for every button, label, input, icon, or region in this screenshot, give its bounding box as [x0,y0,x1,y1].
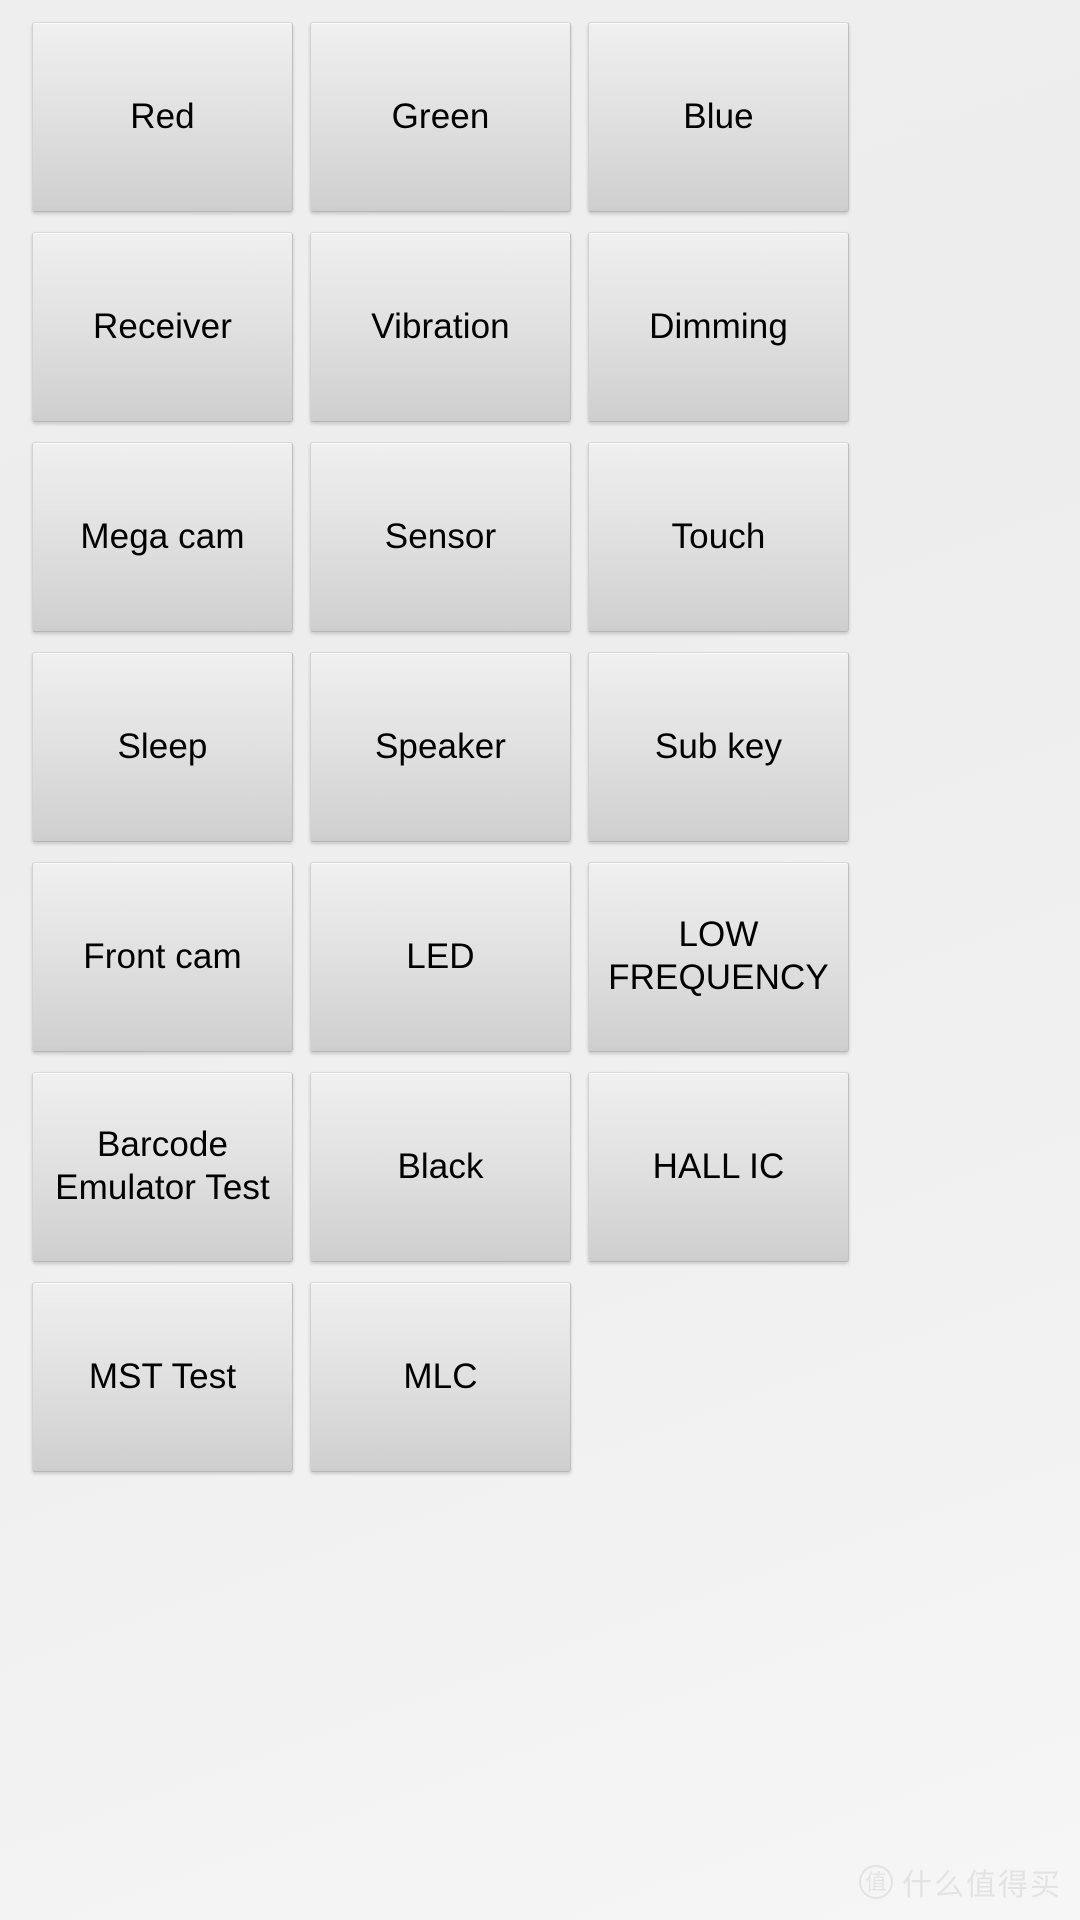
grid-cell: Receiver [32,232,293,422]
grid-cell: Black [310,1072,571,1262]
test-button-dimming[interactable]: Dimming [588,232,849,422]
test-button-receiver[interactable]: Receiver [32,232,293,422]
grid-cell: Dimming [588,232,849,422]
test-button-barcode-emulator-test[interactable]: Barcode Emulator Test [32,1072,293,1262]
test-button-sleep[interactable]: Sleep [32,652,293,842]
test-button-black[interactable]: Black [310,1072,571,1262]
watermark: 值 什么值得买 [859,1860,1062,1904]
grid-cell: Barcode Emulator Test [32,1072,293,1262]
test-button-red[interactable]: Red [32,22,293,212]
watermark-label: 什么值得买 [902,1868,1062,1903]
test-button-mlc[interactable]: MLC [310,1282,571,1472]
grid-cell: Speaker [310,652,571,842]
test-button-led[interactable]: LED [310,862,571,1052]
grid-cell: Sensor [310,442,571,632]
test-button-low-frequency[interactable]: LOW FREQUENCY [588,862,849,1052]
grid-cell: Front cam [32,862,293,1052]
grid-cell: MLC [310,1282,571,1472]
test-button-front-cam[interactable]: Front cam [32,862,293,1052]
test-button-green[interactable]: Green [310,22,571,212]
test-button-grid: Red Green Blue Receiver Vibration Dimming Mega… [0,0,1080,1472]
test-button-mega-cam[interactable]: Mega cam [32,442,293,632]
grid-cell: MST Test [32,1282,293,1472]
grid-cell: Sleep [32,652,293,842]
grid-cell: Mega cam [32,442,293,632]
app-screen: Red Green Blue Receiver Vibration Dimming Mega… [0,0,1080,1920]
test-button-sub-key[interactable]: Sub key [588,652,849,842]
test-button-mst-test[interactable]: MST Test [32,1282,293,1472]
test-button-touch[interactable]: Touch [588,442,849,632]
grid-cell: Red [32,22,293,212]
test-button-speaker[interactable]: Speaker [310,652,571,842]
grid-cell: Green [310,22,571,212]
test-button-sensor[interactable]: Sensor [310,442,571,632]
grid-cell: Vibration [310,232,571,422]
watermark-badge-icon: 值 [859,1865,893,1899]
test-button-hall-ic[interactable]: HALL IC [588,1072,849,1262]
grid-cell: LED [310,862,571,1052]
grid-cell: LOW FREQUENCY [588,862,849,1052]
grid-cell: Touch [588,442,849,632]
test-button-vibration[interactable]: Vibration [310,232,571,422]
grid-cell: Blue [588,22,849,212]
grid-cell: HALL IC [588,1072,849,1262]
test-button-blue[interactable]: Blue [588,22,849,212]
grid-cell: Sub key [588,652,849,842]
